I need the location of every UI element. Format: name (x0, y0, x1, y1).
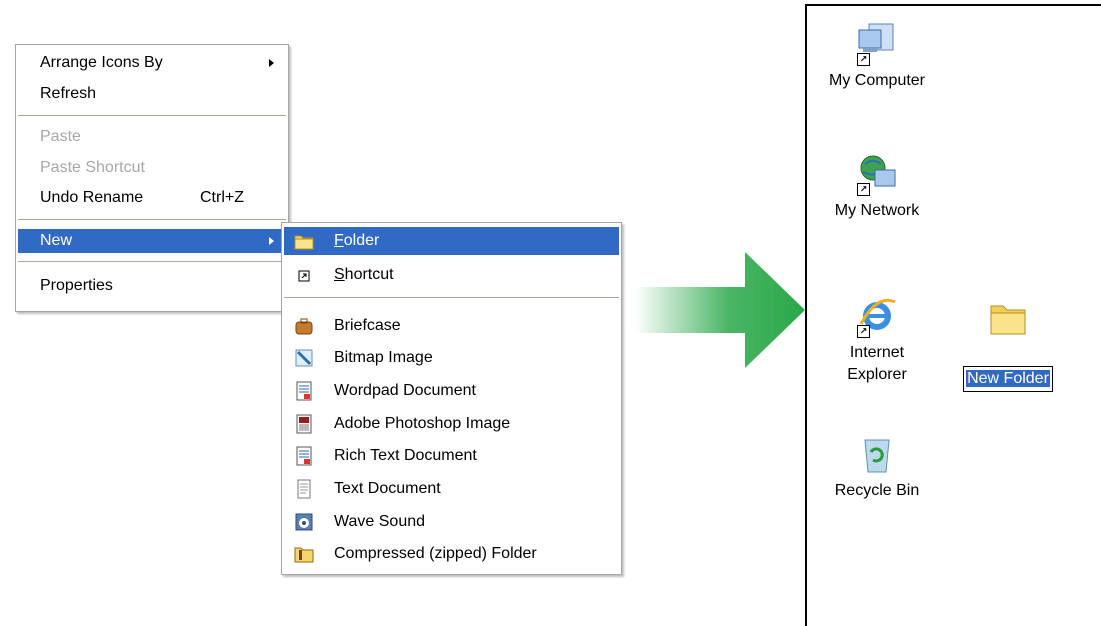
my-network-icon: ↗ (855, 152, 899, 196)
submenu-item-photoshop-image[interactable]: Adobe Photoshop Image (284, 410, 619, 438)
desktop-icon-new-folder[interactable]: New Folder (953, 296, 1063, 392)
menu-item-arrange-icons-by[interactable]: Arrange Icons By (18, 51, 286, 75)
rich-text-document-icon (294, 446, 314, 466)
menu-item-new[interactable]: New (18, 229, 286, 253)
submenu-item-text-document[interactable]: Text Document (284, 475, 619, 503)
shortcut-arrow-icon: ↗ (857, 183, 870, 196)
wordpad-document-icon (294, 381, 314, 401)
shortcut-icon (294, 265, 314, 285)
internet-explorer-icon: ↗ (855, 294, 899, 338)
submenu-item-zipped-folder[interactable]: Compressed (zipped) Folder (284, 540, 619, 568)
desktop-icon-label: Internet Explorer (847, 344, 907, 383)
shortcut-text: Ctrl+Z (200, 189, 244, 206)
submenu-arrow-icon (269, 237, 274, 245)
rename-textbox[interactable]: New Folder (963, 366, 1053, 392)
recycle-bin-icon (855, 432, 899, 476)
desktop-icon-my-network[interactable]: ↗ My Network (817, 152, 937, 222)
zipped-folder-icon (294, 544, 314, 564)
submenu-item-briefcase[interactable]: Briefcase (284, 312, 619, 340)
menu-item-refresh[interactable]: Refresh (18, 82, 286, 106)
submenu-item-wordpad-document[interactable]: Wordpad Document (284, 377, 619, 405)
desktop-icon-recycle-bin[interactable]: Recycle Bin (817, 432, 937, 502)
wave-sound-icon (294, 512, 314, 532)
new-submenu: Folder Shortcut Briefcase Bitmap Image W… (281, 222, 622, 575)
desktop-icon-my-computer[interactable]: ↗ My Computer (817, 22, 937, 92)
folder-icon (986, 296, 1030, 340)
submenu-item-bitmap-image[interactable]: Bitmap Image (284, 344, 619, 372)
menu-separator (18, 219, 286, 220)
text-document-icon (294, 479, 314, 499)
submenu-arrow-icon (269, 59, 274, 67)
submenu-item-rich-text-document[interactable]: Rich Text Document (284, 442, 619, 470)
desktop-icon-label: My Network (834, 202, 920, 219)
menu-separator (18, 261, 286, 262)
desktop-icon-label: My Computer (828, 72, 926, 89)
menu-item-paste-shortcut[interactable]: Paste Shortcut (18, 156, 286, 180)
desktop-icon-internet-explorer[interactable]: ↗ Internet Explorer (817, 294, 937, 386)
folder-icon (294, 231, 314, 251)
bitmap-image-icon (294, 348, 314, 368)
desktop-context-menu: Arrange Icons By Refresh Paste Paste Sho… (15, 44, 289, 312)
menu-item-properties[interactable]: Properties (18, 274, 286, 298)
menu-item-undo-rename[interactable]: Undo Rename Ctrl+Z (18, 186, 286, 210)
shortcut-arrow-icon: ↗ (857, 325, 870, 338)
briefcase-icon (294, 316, 314, 336)
shortcut-arrow-icon: ↗ (857, 53, 870, 66)
submenu-item-shortcut[interactable]: Shortcut (284, 261, 619, 289)
submenu-item-wave-sound[interactable]: Wave Sound (284, 508, 619, 536)
menu-separator (18, 115, 286, 116)
desktop-icon-label: Recycle Bin (834, 482, 920, 499)
transition-arrow-icon (635, 252, 805, 368)
menu-item-paste[interactable]: Paste (18, 125, 286, 149)
desktop-area[interactable]: ↗ My Computer ↗ My Network ↗ Internet Ex… (805, 4, 1101, 626)
photoshop-image-icon (294, 414, 314, 434)
my-computer-icon: ↗ (855, 22, 899, 66)
submenu-item-folder[interactable]: Folder (284, 227, 619, 255)
menu-separator (284, 297, 619, 298)
